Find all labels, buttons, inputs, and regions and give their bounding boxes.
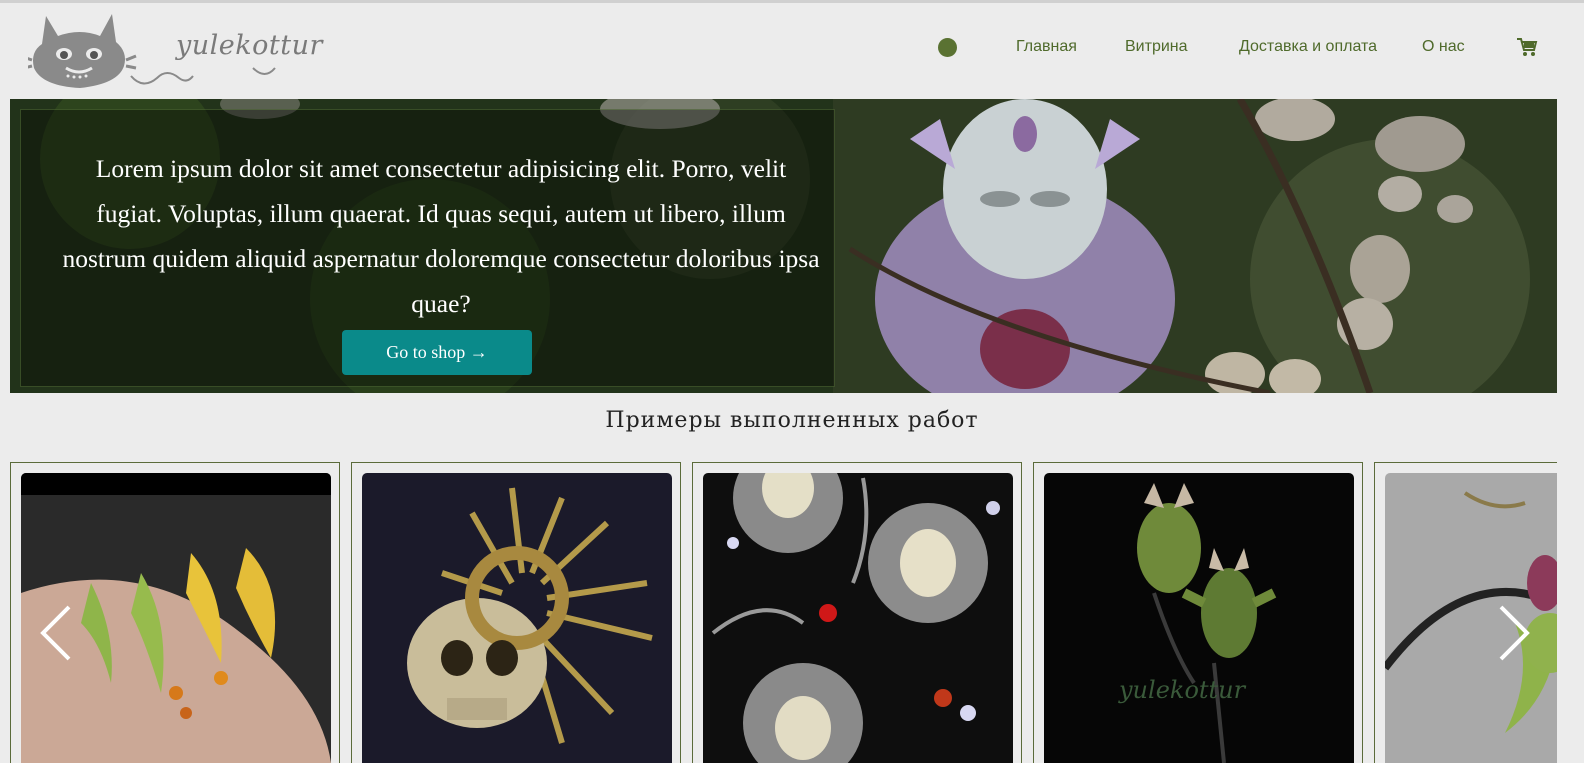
hero-description: Lorem ipsum dolor sit amet consectetur a… — [62, 154, 820, 318]
cat-face-icon — [28, 14, 137, 88]
green-dot-icon — [938, 38, 957, 57]
site-logo[interactable]: yulekottur — [28, 8, 322, 90]
nav-home[interactable]: Главная — [1016, 38, 1077, 56]
work-card[interactable] — [692, 462, 1022, 763]
work-image-skull — [362, 473, 672, 763]
hero-banner: Lorem ipsum dolor sit amet consectetur a… — [10, 99, 1557, 393]
hero-text-panel: Lorem ipsum dolor sit amet consectetur a… — [20, 109, 835, 387]
work-card[interactable]: yulekottur — [1033, 462, 1363, 763]
nav-showcase[interactable]: Витрина — [1125, 38, 1188, 56]
work-card[interactable] — [351, 462, 681, 763]
nav-about[interactable]: О нас — [1422, 38, 1465, 56]
chevron-left-icon[interactable] — [35, 603, 75, 663]
shopping-cart-icon[interactable] — [1516, 37, 1538, 57]
works-carousel: yulekottur — [10, 462, 1557, 763]
works-section-title: Примеры выполненных работ — [605, 408, 979, 433]
brand-name: yulekottur — [176, 30, 323, 61]
nav-delivery-payment[interactable]: Доставка и оплата — [1239, 38, 1377, 56]
go-to-shop-button[interactable]: Go to shop → — [342, 330, 532, 375]
work-image-medusa — [703, 473, 1013, 763]
site-header: yulekottur Главная Витрина Доставка и оп… — [0, 3, 1584, 98]
work-image-forest-spirits: yulekottur — [1044, 473, 1354, 763]
chevron-right-icon[interactable] — [1495, 603, 1535, 663]
watermark-text: yulekottur — [1118, 676, 1247, 704]
